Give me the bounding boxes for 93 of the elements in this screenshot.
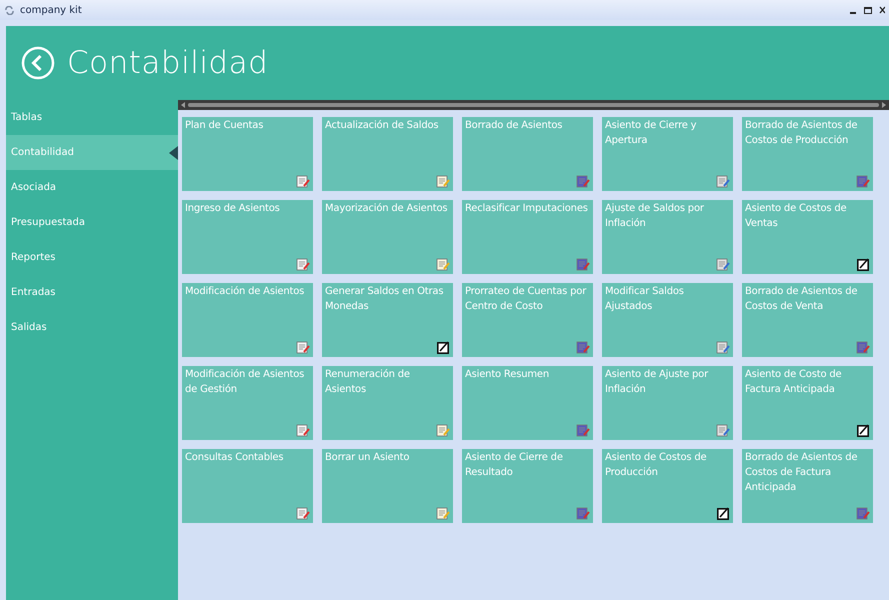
- tile-label: Asiento de Costos de Ventas: [745, 202, 848, 231]
- menu-tile[interactable]: Reclasificar Imputaciones: [462, 200, 593, 274]
- tile-label: Asiento de Ajuste por Inflación: [605, 368, 710, 397]
- back-icon[interactable]: [21, 46, 55, 80]
- document-icon: [576, 340, 590, 354]
- menu-tile[interactable]: Asiento Resumen: [462, 366, 593, 440]
- document-icon: [296, 423, 310, 437]
- tile-label: Reclasificar Imputaciones: [465, 202, 589, 216]
- sidebar-item[interactable]: Presupuestada: [6, 205, 178, 240]
- tile-label: Plan de Cuentas: [185, 119, 264, 133]
- tile-label: Modificación de Asientos: [185, 285, 306, 299]
- document-icon: [716, 174, 730, 188]
- menu-tile[interactable]: Asiento de Ajuste por Inflación: [602, 366, 733, 440]
- sidebar-item[interactable]: Salidas: [6, 310, 178, 345]
- sidebar-item[interactable]: Tablas: [6, 100, 178, 135]
- menu-tile[interactable]: Asiento de Cierre y Apertura: [602, 117, 733, 191]
- tile-label: Asiento de Cierre y Apertura: [605, 119, 698, 148]
- document-icon: [576, 423, 590, 437]
- menu-tile[interactable]: Generar Saldos en Otras Monedas: [322, 283, 453, 357]
- menu-tile[interactable]: Consultas Contables: [182, 449, 313, 523]
- window-title: company kit: [20, 4, 83, 16]
- sidebar-item[interactable]: Asociada: [6, 170, 178, 205]
- edit-icon: [857, 258, 870, 271]
- document-icon: [716, 423, 730, 437]
- document-icon: [856, 340, 870, 354]
- document-icon: [436, 423, 450, 437]
- document-icon: [296, 257, 310, 271]
- menu-tile[interactable]: Borrado de Asientos de Costos de Factura Anticipada: [742, 449, 873, 523]
- app-icon: [4, 6, 15, 14]
- tile-label: Borrar un Asiento: [325, 451, 410, 465]
- tile-label: Actualización de Saldos: [325, 119, 440, 133]
- tile-label: Ajuste de Saldos por Inflación: [605, 202, 705, 231]
- tile-label: Borrado de Asientos: [465, 119, 564, 133]
- tile-label: Asiento Resumen: [465, 368, 550, 382]
- edit-icon: [857, 424, 870, 437]
- menu-tile[interactable]: Modificación de Asientos de Gestión: [182, 366, 313, 440]
- tile-label: Consultas Contables: [185, 451, 284, 465]
- document-icon: [856, 506, 870, 520]
- scroll-thumb[interactable]: [188, 103, 879, 107]
- scroll-right-icon[interactable]: [882, 102, 886, 108]
- menu-tile[interactable]: Borrado de Asientos de Costos de Producción: [742, 117, 873, 191]
- document-icon: [856, 174, 870, 188]
- close-icon[interactable]: [879, 6, 885, 14]
- scroll-left-icon[interactable]: [181, 102, 185, 108]
- menu-tile[interactable]: Borrado de Asientos: [462, 117, 593, 191]
- document-icon: [436, 257, 450, 271]
- document-icon: [716, 340, 730, 354]
- tile-label: Asiento de Costo de Factura Anticipada: [745, 368, 842, 397]
- tile-label: Ingreso de Asientos: [185, 202, 281, 216]
- tile-label: Asiento de Costos de Producción: [605, 451, 708, 480]
- tile-label: Modificar Saldos Ajustados: [605, 285, 685, 314]
- menu-tile[interactable]: Asiento de Costos de Producción: [602, 449, 733, 523]
- menu-tile[interactable]: Asiento de Cierre de Resultado: [462, 449, 593, 523]
- tile-label: Generar Saldos en Otras Monedas: [325, 285, 444, 314]
- pointer-icon: [169, 146, 178, 160]
- document-icon: [576, 174, 590, 188]
- menu-tile[interactable]: Ajuste de Saldos por Inflación: [602, 200, 733, 274]
- document-icon: [436, 174, 450, 188]
- page-title: Contabilidad: [67, 45, 268, 81]
- edit-icon: [717, 507, 730, 520]
- tile-label: Borrado de Asientos de Costos de Producción: [745, 119, 858, 148]
- sidebar-item[interactable]: Entradas: [6, 275, 178, 310]
- tile-label: Modificación de Asientos de Gestión: [185, 368, 306, 397]
- menu-tile[interactable]: Modificar Saldos Ajustados: [602, 283, 733, 357]
- menu-tile[interactable]: Modificación de Asientos: [182, 283, 313, 357]
- menu-tile[interactable]: Asiento de Costos de Ventas: [742, 200, 873, 274]
- document-icon: [296, 506, 310, 520]
- tile-label: Mayorización de Asientos: [325, 202, 448, 216]
- tile-label: Prorrateo de Cuentas por Centro de Costo: [465, 285, 588, 314]
- document-icon: [576, 506, 590, 520]
- document-icon: [296, 340, 310, 354]
- menu-tile[interactable]: Prorrateo de Cuentas por Centro de Costo: [462, 283, 593, 357]
- tile-label: Borrado de Asientos de Costos de Venta: [745, 285, 858, 314]
- scrollbar[interactable]: [178, 100, 889, 110]
- menu-tile[interactable]: Borrado de Asientos de Costos de Venta: [742, 283, 873, 357]
- tile-label: Renumeración de Asientos: [325, 368, 411, 397]
- menu-tile[interactable]: Plan de Cuentas: [182, 117, 313, 191]
- sidebar-item[interactable]: Reportes: [6, 240, 178, 275]
- document-icon: [296, 174, 310, 188]
- maximize-icon[interactable]: [863, 6, 874, 14]
- document-icon: [436, 506, 450, 520]
- tile-label: Asiento de Cierre de Resultado: [465, 451, 564, 480]
- edit-icon: [437, 341, 450, 354]
- menu-tile[interactable]: Renumeración de Asientos: [322, 366, 453, 440]
- menu-tile[interactable]: Actualización de Saldos: [322, 117, 453, 191]
- document-icon: [716, 257, 730, 271]
- sidebar-item[interactable]: Contabilidad: [6, 135, 178, 170]
- menu-tile[interactable]: Mayorización de Asientos: [322, 200, 453, 274]
- document-icon: [576, 257, 590, 271]
- menu-tile[interactable]: Ingreso de Asientos: [182, 200, 313, 274]
- tile-label: Borrado de Asientos de Costos de Factura Anticipada: [745, 451, 858, 495]
- menu-tile[interactable]: Asiento de Costo de Factura Anticipada: [742, 366, 873, 440]
- menu-tile[interactable]: Borrar un Asiento: [322, 449, 453, 523]
